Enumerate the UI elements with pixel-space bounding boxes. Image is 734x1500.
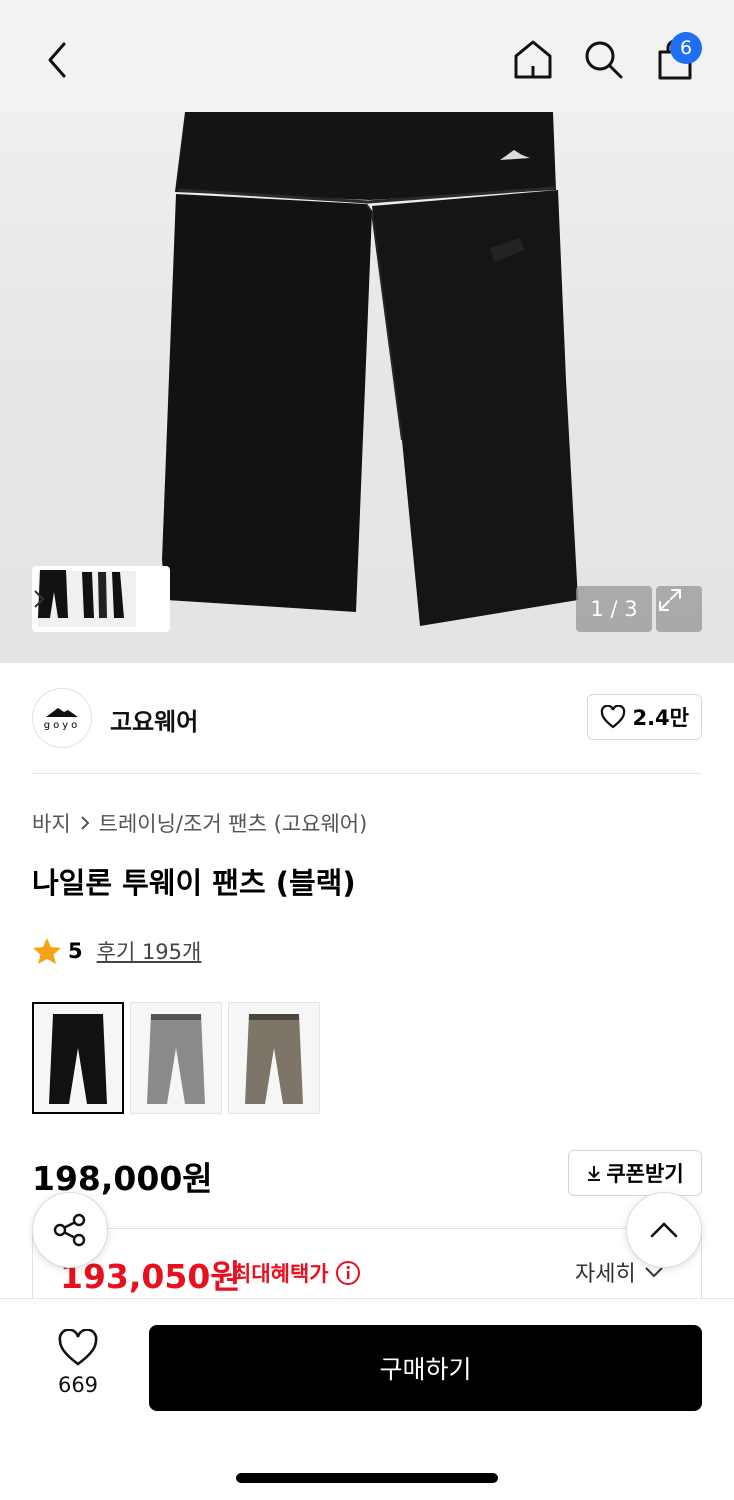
review-count-link[interactable]: 후기 195개 (97, 936, 202, 966)
expand-icon (659, 589, 681, 611)
product-title: 나일론 투웨이 팬츠 (블랙) (32, 866, 356, 900)
search-icon (585, 41, 623, 79)
rating-score: 5 (68, 939, 83, 963)
download-icon (588, 1166, 601, 1181)
chevron-up-icon (650, 1222, 678, 1238)
cart-count-badge: 6 (670, 32, 702, 64)
swatch-image (49, 1014, 107, 1104)
divider (32, 773, 702, 774)
star-icon (33, 938, 61, 964)
expand-image-button[interactable] (656, 586, 702, 632)
search-button[interactable] (580, 36, 626, 82)
breadcrumb-subcategory[interactable]: 트레이닝/조거 팬츠 (고요웨어) (99, 808, 368, 838)
brand-like-button[interactable]: 2.4만 (587, 694, 702, 740)
color-swatch-black[interactable] (32, 1002, 124, 1114)
color-swatch-gray[interactable] (130, 1002, 222, 1114)
heart-icon (58, 1329, 98, 1366)
scroll-top-button[interactable] (626, 1192, 702, 1268)
chevron-right-icon (80, 816, 90, 830)
max-benefit-text: 최대혜택가 (232, 1262, 329, 1286)
color-swatches (32, 1002, 320, 1114)
wishlist-count: 669 (57, 1373, 99, 1397)
brand-like-count: 2.4만 (632, 706, 689, 730)
info-icon (335, 1261, 360, 1285)
brand-logo[interactable]: goyo (32, 688, 92, 748)
max-benefit-label[interactable]: 최대혜택가 (232, 1258, 361, 1288)
share-icon (53, 1213, 86, 1247)
color-swatch-khaki[interactable] (228, 1002, 320, 1114)
buy-button[interactable]: 구매하기 (149, 1325, 702, 1411)
heart-icon (601, 705, 626, 729)
home-indicator (236, 1473, 498, 1483)
brand-logo-text: goyo (43, 719, 81, 731)
mountain-logo-icon (46, 707, 78, 717)
thumbnail-strip[interactable] (32, 566, 170, 632)
breadcrumb-category[interactable]: 바지 (32, 808, 71, 838)
swatch-image (245, 1014, 303, 1104)
detail-label: 자세히 (575, 1262, 636, 1287)
coupon-download-button[interactable]: 쿠폰받기 (568, 1150, 702, 1196)
chevron-right-icon (34, 590, 45, 608)
bottom-purchase-bar: 669 구매하기 (0, 1298, 734, 1500)
thumbnail-image (38, 570, 136, 627)
home-button[interactable] (510, 36, 556, 82)
top-header (0, 0, 734, 112)
wishlist-button[interactable]: 669 (44, 1329, 112, 1397)
swatch-image (147, 1014, 205, 1104)
image-counter: 1 / 3 (576, 586, 652, 632)
coupon-label: 쿠폰받기 (606, 1162, 684, 1186)
back-button[interactable] (36, 38, 76, 82)
chevron-left-icon (48, 42, 66, 78)
share-button[interactable] (32, 1192, 108, 1268)
home-icon (514, 40, 552, 79)
brand-row: goyo 고요웨어 2.4만 (32, 688, 702, 748)
breadcrumb: 바지 트레이닝/조거 팬츠 (고요웨어) (32, 808, 367, 838)
rating-row[interactable]: 5 후기 195개 (32, 936, 201, 966)
brand-name[interactable]: 고요웨어 (110, 702, 198, 737)
